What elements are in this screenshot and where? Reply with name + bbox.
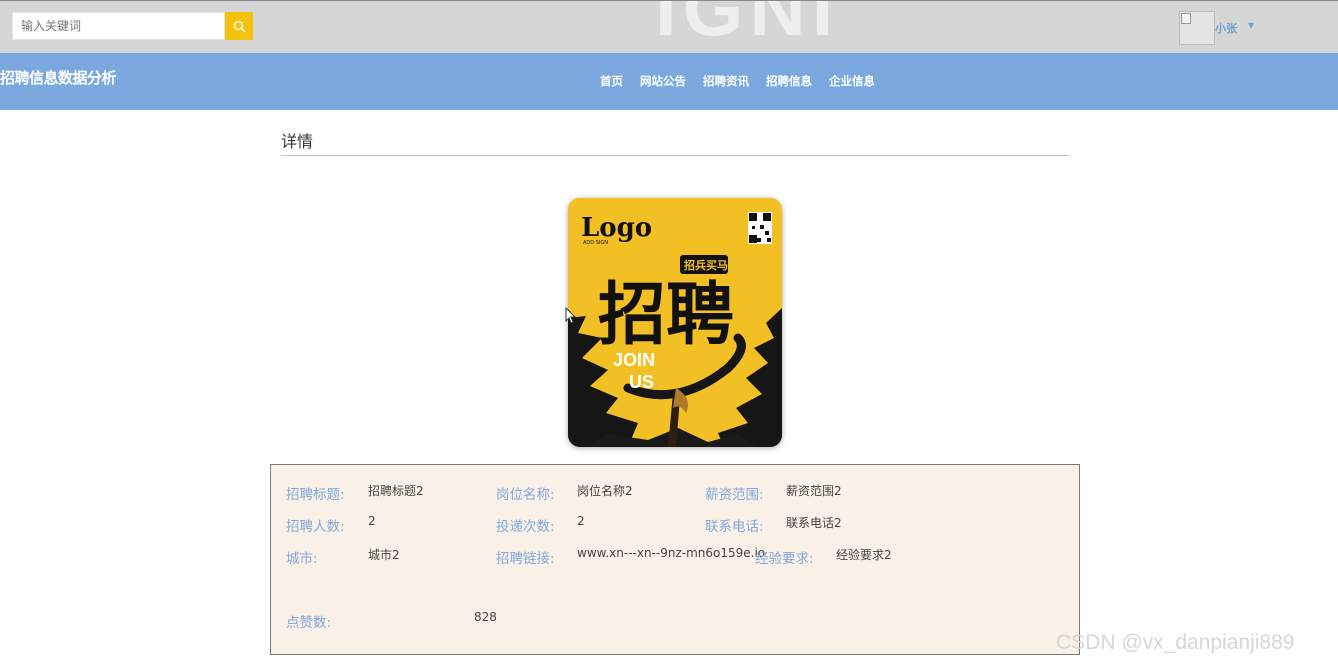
top-bar: IGNI 小张 ▼ [0, 0, 1338, 53]
csdn-watermark: CSDN @vx_danpianji889 [1056, 631, 1295, 654]
poster-logo-sub: ADD SIGN [583, 240, 608, 246]
poster-main-text: 招聘 [598, 275, 734, 355]
search-button[interactable] [225, 12, 253, 40]
field-value-likes: 828 [474, 610, 497, 624]
nav-item-recruit-news[interactable]: 招聘资讯 [703, 73, 749, 89]
field-label-title: 招聘标题: [286, 487, 345, 503]
site-title: 招聘信息数据分析 [0, 69, 117, 87]
search-input[interactable] [12, 12, 225, 40]
job-details-panel: 招聘标题: 招聘标题2 岗位名称: 岗位名称2 薪资范围: 薪资范围2 招聘人数… [270, 464, 1080, 655]
nav-bar: 招聘信息数据分析 首页 网站公告 招聘资讯 招聘信息 企业信息 [0, 53, 1338, 110]
field-label-link: 招聘链接: [496, 551, 555, 567]
field-label-city: 城市: [286, 551, 318, 567]
poster-us: US [629, 372, 654, 392]
field-value-city: 城市2 [368, 548, 400, 562]
field-value-link[interactable]: www.xn---xn--9nz-mn6o159e.io [577, 546, 765, 560]
field-value-salary: 薪资范围2 [786, 484, 842, 498]
field-value-applications: 2 [577, 514, 585, 528]
poster-artwork: Logo ADD SIGN 招兵买马 招聘 JOIN US [568, 198, 782, 447]
field-label-experience: 经验要求: [755, 551, 814, 567]
field-value-experience: 经验要求2 [836, 548, 892, 562]
field-value-phone: 联系电话2 [786, 516, 842, 530]
field-label-likes: 点赞数: [286, 615, 332, 631]
nav-item-recruit-info[interactable]: 招聘信息 [766, 73, 812, 89]
main-nav: 首页 网站公告 招聘资讯 招聘信息 企业信息 [600, 73, 892, 89]
mouse-pointer-icon [565, 307, 576, 324]
field-label-applications: 投递次数: [496, 519, 555, 535]
search-icon [233, 20, 245, 32]
field-label-salary: 薪资范围: [705, 487, 764, 503]
header-background-text: IGNI [655, 0, 840, 52]
nav-item-announcements[interactable]: 网站公告 [640, 73, 686, 89]
divider [281, 155, 1069, 156]
field-value-title: 招聘标题2 [368, 484, 424, 498]
nav-item-home[interactable]: 首页 [600, 73, 623, 89]
field-label-phone: 联系电话: [705, 519, 764, 535]
avatar[interactable] [1179, 11, 1215, 45]
field-label-headcount: 招聘人数: [286, 519, 345, 535]
poster-logo: Logo [581, 213, 652, 243]
field-value-headcount: 2 [368, 514, 376, 528]
nav-item-company-info[interactable]: 企业信息 [829, 73, 875, 89]
field-value-position: 岗位名称2 [577, 484, 633, 498]
poster-tag: 招兵买马 [684, 258, 728, 272]
user-name[interactable]: 小张 [1215, 20, 1237, 36]
caret-down-icon[interactable]: ▼ [1248, 21, 1254, 30]
field-label-position: 岗位名称: [496, 487, 555, 503]
poster-join: JOIN [613, 350, 655, 370]
section-title: 详情 [281, 132, 314, 151]
job-poster-image: Logo ADD SIGN 招兵买马 招聘 JOIN US [568, 198, 782, 447]
